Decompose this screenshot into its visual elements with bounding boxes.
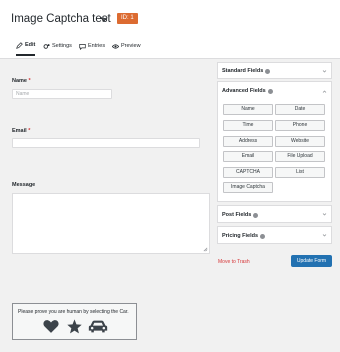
star-icon[interactable]	[67, 319, 82, 334]
message-label: Message	[12, 182, 36, 188]
tab-label: Entries	[88, 43, 106, 49]
form-tabs: Edit Settings Entries Preview	[0, 33, 340, 59]
help-icon[interactable]	[265, 68, 271, 74]
email-label: Email *	[12, 128, 31, 134]
add-website-field-button[interactable]: Website	[275, 136, 325, 147]
add-list-field-button[interactable]: List	[275, 167, 325, 178]
message-textarea[interactable]	[12, 193, 210, 254]
help-icon[interactable]	[253, 212, 259, 218]
heart-icon[interactable]	[43, 319, 59, 334]
add-time-field-button[interactable]: Time	[223, 120, 273, 131]
chevron-down-icon[interactable]	[100, 15, 108, 23]
captcha-prompt: Please prove you are human by selecting …	[18, 309, 129, 315]
tab-label: Preview	[121, 43, 141, 49]
chevron-down-icon[interactable]	[322, 233, 327, 238]
resize-grip-icon[interactable]	[203, 247, 208, 252]
tab-label: Edit	[25, 42, 36, 48]
chevron-down-icon[interactable]	[322, 212, 327, 217]
help-icon[interactable]	[267, 88, 273, 94]
image-captcha-field: Please prove you are human by selecting …	[12, 303, 137, 340]
post-fields-panel[interactable]: Post Fields	[217, 205, 332, 223]
add-address-field-button[interactable]: Address	[223, 136, 273, 147]
add-email-field-button[interactable]: Email	[223, 151, 273, 162]
form-header: Image Captcha test ID: 1	[0, 0, 340, 33]
chevron-down-icon[interactable]	[322, 69, 327, 74]
car-icon[interactable]	[88, 319, 108, 334]
standard-fields-panel[interactable]: Standard Fields	[217, 62, 332, 79]
panel-title: Standard Fields	[222, 68, 271, 74]
add-captcha-field-button[interactable]: CAPTCHA	[223, 167, 273, 178]
panel-title: Pricing Fields	[222, 233, 266, 239]
add-file-upload-field-button[interactable]: File Upload	[275, 151, 325, 162]
move-to-trash-link[interactable]: Move to Trash	[218, 259, 250, 265]
add-image-captcha-field-button[interactable]: Image Captcha	[223, 182, 273, 193]
email-field[interactable]	[12, 138, 200, 148]
comment-icon	[79, 43, 86, 50]
panel-title: Advanced Fields	[222, 88, 273, 94]
tab-edit[interactable]: Edit	[16, 36, 36, 56]
tab-preview[interactable]: Preview	[112, 39, 141, 53]
pricing-fields-panel[interactable]: Pricing Fields	[217, 226, 332, 244]
chevron-up-icon[interactable]	[322, 89, 327, 94]
form-id-badge: ID: 1	[117, 13, 138, 24]
add-name-field-button[interactable]: Name	[223, 104, 273, 115]
pencil-icon	[16, 41, 23, 49]
add-phone-field-button[interactable]: Phone	[275, 120, 325, 131]
panel-title: Post Fields	[222, 212, 259, 218]
eye-icon	[112, 43, 119, 49]
advanced-fields-panel: Advanced Fields Name Date Time Phone Add…	[217, 81, 332, 202]
tab-settings[interactable]: Settings	[43, 39, 72, 53]
tab-entries[interactable]: Entries	[79, 39, 105, 53]
name-field[interactable]: Name	[12, 89, 112, 99]
gears-icon	[43, 43, 50, 49]
help-icon[interactable]	[260, 233, 266, 239]
add-date-field-button[interactable]: Date	[275, 104, 325, 115]
update-form-button[interactable]: Update Form	[291, 255, 332, 267]
form-title: Image Captcha test	[11, 13, 111, 25]
name-label: Name *	[12, 78, 31, 84]
tab-label: Settings	[52, 43, 72, 49]
